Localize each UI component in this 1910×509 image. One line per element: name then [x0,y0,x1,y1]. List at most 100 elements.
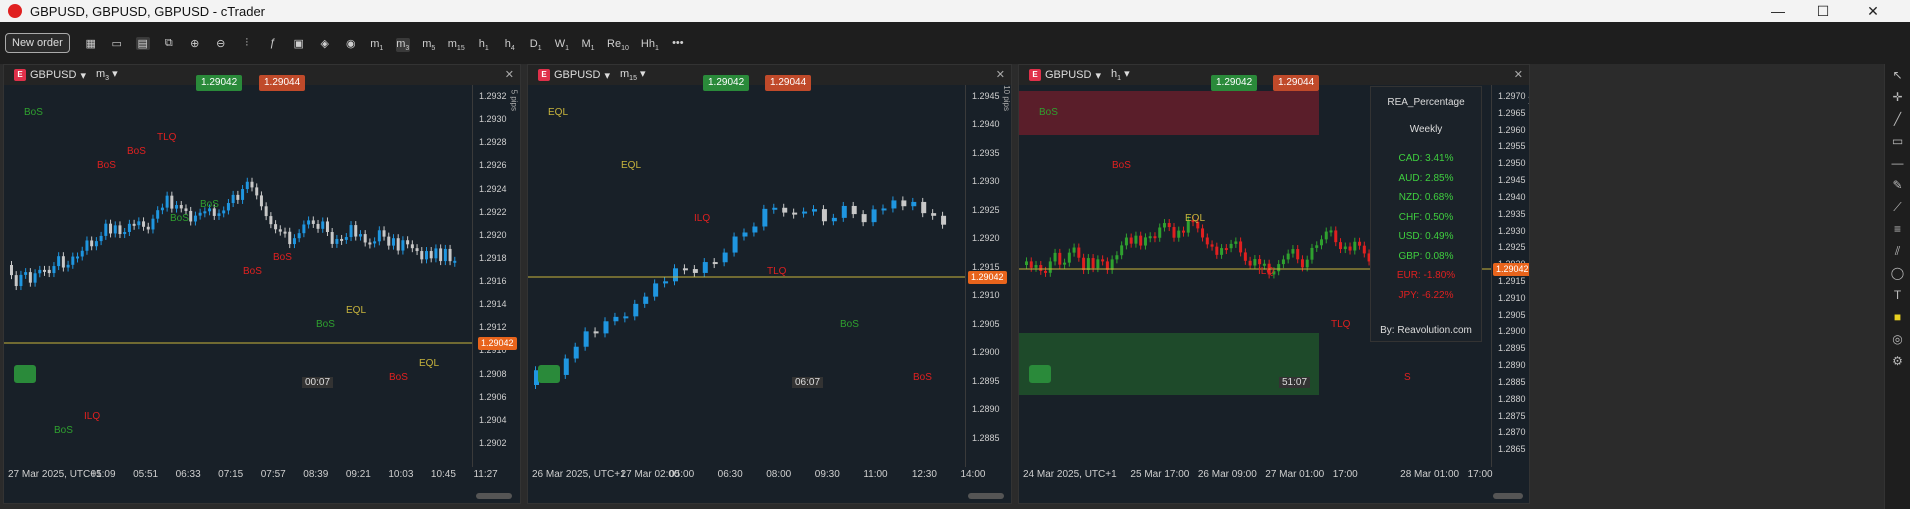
trend-icon[interactable]: ⟋ [1885,196,1910,218]
chart-annotation-label: TLQ [1331,319,1351,330]
pips-scale-label: 10 pips [1002,85,1011,111]
chart-add-icon[interactable]: ⧉ [162,37,176,50]
timeframe-button[interactable]: D1 [529,38,543,52]
sell-price-button[interactable]: 1.29044 [1273,75,1320,91]
price-tick-label: 1.2925 [1498,242,1526,253]
maximize-button[interactable]: ☐ [1800,0,1846,22]
cursor-icon[interactable]: ↖ [1885,64,1910,86]
timeframe-selector[interactable]: h1 ▾ [1111,67,1130,82]
fib-icon[interactable]: ≡ [1885,218,1910,240]
timeframe-selector[interactable]: m15 ▾ [620,67,646,82]
timeframe-button[interactable]: W1 [555,38,569,52]
timeframe-button[interactable]: m5 [422,38,436,52]
eye-icon[interactable]: ◉ [344,37,358,50]
candle [387,236,391,246]
chart-annotation-label: EQL [621,160,641,171]
chart-panel-2[interactable]: E GBPUSD ▾ m15 ▾ ✕ EQL EQL ILQ TLQ BoS BoS 1.2… [527,64,1012,504]
sell-price-button[interactable]: 1.29044 [259,75,306,91]
candle [623,316,629,319]
new-order-button[interactable]: New order [5,33,70,53]
panel-close-icon[interactable]: ✕ [505,68,514,81]
candle [259,195,263,207]
timeframe-selector[interactable]: m3 ▾ [96,67,118,82]
candle [193,215,197,222]
horizontal-scrollbar[interactable] [476,493,512,499]
timeframe-button[interactable]: Re10 [607,38,629,52]
symbol-selector[interactable]: GBPUSD [1045,69,1091,81]
time-tick-label: 26 Mar 2025, UTC+1 [532,469,626,480]
buy-price-button[interactable]: 1.29042 [196,75,243,91]
time-tick-label: 24 Mar 2025, UTC+1 [1023,469,1117,480]
candle [344,237,348,240]
pen-icon[interactable]: ✎ [1885,174,1910,196]
candle [1172,227,1176,238]
horizontal-line-icon[interactable]: — [1885,152,1910,174]
horizontal-scrollbar[interactable] [968,493,1004,499]
candle [132,223,136,226]
buy-price-button[interactable]: 1.29042 [703,75,750,91]
price-tick-label: 1.2908 [479,368,507,379]
crosshair-icon[interactable]: ✛ [1885,86,1910,108]
price-tick-label: 1.2930 [1498,225,1526,236]
trade-panel-icon[interactable] [538,365,560,383]
settings-icon[interactable]: ⚙ [1885,350,1910,372]
multi-layout-icon[interactable]: ▤ [135,36,150,50]
timeframe-button[interactable]: h4 [503,38,517,52]
chart-annotation-label: BoS [273,252,292,263]
price-chart[interactable]: BoS BoS BoS BoS BoS BoS BoS BoS BoS BoS EQL EQL ILQ T… [4,85,472,467]
more-icon[interactable]: ••• [671,37,685,49]
candle [90,240,94,247]
candle [1039,265,1043,271]
price-chart[interactable]: EQL EQL ILQ TLQ BoS BoS [528,85,965,467]
rea-row: USD: 0.49% [1398,231,1454,242]
timeframe-button[interactable]: h1 [477,38,491,52]
candle [573,346,579,359]
trade-panel-icon[interactable] [1029,365,1051,383]
candle [1072,247,1076,253]
rectangle-tool-icon[interactable]: ▭ [1885,130,1910,152]
timeframe-button[interactable]: M1 [581,38,595,52]
candle [1291,249,1295,254]
templates-icon[interactable]: ▣ [292,37,306,50]
candle [146,226,150,230]
candle [80,250,84,257]
trade-panel-icon[interactable] [14,365,36,383]
candle-timer: 00:07 [302,377,334,388]
zoom-in-icon[interactable]: ⊕ [188,37,202,50]
panel-close-icon[interactable]: ✕ [996,68,1005,81]
chart-panel-1[interactable]: E GBPUSD ▾ m3 ▾ ✕ BoS BoS BoS BoS BoS BoS BoS Bo… [3,64,521,504]
minimize-button[interactable]: — [1755,0,1801,22]
highlight-icon[interactable]: ■ [1885,306,1910,328]
symbol-selector[interactable]: GBPUSD [30,69,76,81]
horizontal-scrollbar[interactable] [1493,493,1523,499]
text-icon[interactable]: T [1885,284,1910,306]
timeframe-button[interactable]: Hh1 [641,38,659,52]
candle [453,260,457,263]
candle [250,181,254,188]
channel-icon[interactable]: ⫽ [1885,240,1910,262]
chart-type-icon[interactable]: ⫶ [240,37,254,50]
timeframe-button[interactable]: m3 [395,37,410,53]
candle [663,281,669,284]
shapes-icon[interactable]: ◯ [1885,262,1910,284]
time-axis: 26 Mar 2025, UTC+1 27 Mar 02:00 05:00 06:30… [528,467,985,485]
indicators-icon[interactable]: ƒ [266,37,280,49]
close-button[interactable]: ✕ [1850,0,1896,22]
layout-grid-icon[interactable]: ▦ [84,37,98,50]
sell-price-button[interactable]: 1.29044 [765,75,812,91]
rea-row: EUR: -1.80% [1396,270,1456,281]
zoom-out-icon[interactable]: ⊖ [214,37,228,50]
single-layout-icon[interactable]: ▭ [110,37,124,50]
panel-close-icon[interactable]: ✕ [1514,68,1523,81]
layers-icon[interactable]: ◈ [318,37,332,50]
timeframe-button[interactable]: m15 [448,38,465,52]
candle [231,194,235,204]
candle [1358,241,1362,246]
buy-price-button[interactable]: 1.29042 [1211,75,1258,91]
line-tool-icon[interactable]: ╱ [1885,108,1910,130]
timeframe-button[interactable]: m1 [370,38,384,52]
symbol-selector[interactable]: GBPUSD [554,69,600,81]
camera-icon[interactable]: ◎ [1885,328,1910,350]
candle [33,273,37,283]
time-tick-label: 05:09 [90,469,116,480]
